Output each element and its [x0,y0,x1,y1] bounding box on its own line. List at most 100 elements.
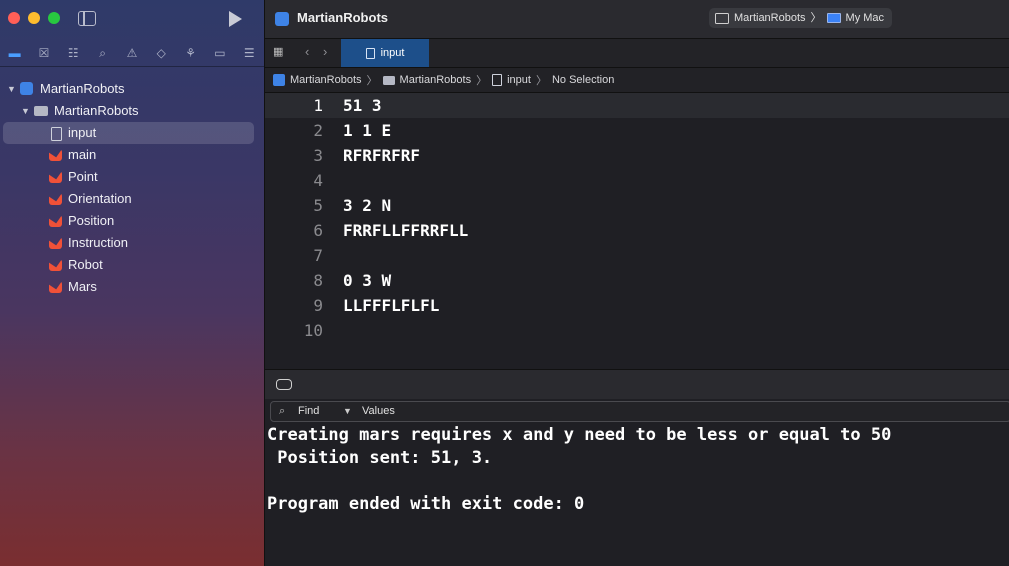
sidebar-toggle-icon[interactable] [78,11,96,26]
window-controls [8,12,60,24]
find-scope[interactable]: Values [362,402,395,421]
zoom-window-button[interactable] [48,12,60,24]
chevron-right-icon: 〉 [476,75,488,87]
minimize-window-button[interactable] [28,12,40,24]
editor-line[interactable]: 10 [265,318,1009,343]
console-line: Position sent: 51, 3. [267,448,493,468]
tab-label: input [380,47,405,59]
breadcrumb-project[interactable]: MartianRobots [290,74,362,86]
swift-file-icon [49,149,62,161]
document-icon [492,74,503,86]
search-icon: ⌕ [279,405,286,417]
tree-item-main[interactable]: main [0,144,264,166]
line-number: 1 [313,96,323,115]
debug-bar [265,369,1009,400]
editor-line[interactable]: 1 51 3 [265,93,1009,118]
editor-line[interactable]: 9 LLFFFLFLFL [265,293,1009,318]
editor-tab-bar: ▦ ‹ › input [265,39,1009,68]
line-number: 7 [313,246,323,265]
chevron-right-icon: 〉 [810,12,822,24]
editor-line[interactable]: 8 0 3 W [265,268,1009,293]
chevron-right-icon: 〉 [366,75,378,87]
source-control-navigator-icon[interactable]: ☒ [37,46,51,60]
symbol-navigator-icon[interactable]: ☷ [66,46,80,60]
find-navigator-icon[interactable]: ⌕ [96,46,110,60]
tree-item-project[interactable]: ▼ MartianRobots [0,78,264,100]
related-items-grid-icon[interactable]: ▦ [273,46,286,59]
editor-line[interactable]: 5 3 2 N [265,193,1009,218]
console-output[interactable]: Creating mars requires x and y need to b… [265,424,1009,566]
close-window-button[interactable] [8,12,20,24]
breadcrumb-group[interactable]: MartianRobots [400,74,472,86]
editor-line[interactable]: 6 FRRFLLFFRRFLL [265,218,1009,243]
swift-file-icon [49,237,62,249]
folder-icon [382,75,395,85]
scheme-device[interactable]: My Mac [846,8,885,28]
source-editor[interactable]: 1 51 3 2 1 1 E 3 RFRFRFRF 4 5 3 2 N 6 FRRFLLF… [265,93,1009,368]
file-label: Robot [68,257,103,272]
window-title: MartianRobots [297,10,388,25]
disclosure-chevron-icon[interactable]: ▼ [21,100,30,122]
group-label: MartianRobots [54,103,139,118]
test-navigator-icon[interactable]: ◇ [154,46,168,60]
terminal-icon [715,12,729,24]
file-label: Instruction [68,235,128,250]
find-label[interactable]: Find [298,402,319,421]
console-line: Creating mars requires x and y need to b… [267,425,892,445]
scheme-target[interactable]: MartianRobots [734,8,806,28]
tab-input[interactable]: input [341,39,429,67]
breadcrumb-selection[interactable]: No Selection [552,74,614,86]
line-number: 9 [313,296,323,315]
breadcrumb-file[interactable]: input [507,74,531,86]
file-label: Mars [68,279,97,294]
line-text: FRRFLLFFRRFLL [343,221,469,240]
tree-item-instruction[interactable]: Instruction [0,232,264,254]
debug-navigator-icon[interactable]: ⚘ [184,46,198,60]
chevron-down-icon[interactable]: ▼ [343,402,352,421]
swift-file-icon [49,281,62,293]
tree-item-group[interactable]: ▼ MartianRobots [0,100,264,122]
editor-line[interactable]: 7 [265,243,1009,268]
project-icon [273,74,285,86]
tree-item-position[interactable]: Position [0,210,264,232]
tree-item-robot[interactable]: Robot [0,254,264,276]
tree-item-mars[interactable]: Mars [0,276,264,298]
console-line: Program ended with exit code: 0 [267,494,585,514]
console-find-field[interactable]: ⌕ Find ▼ Values [270,401,1009,422]
scheme-selector[interactable]: MartianRobots 〉 My Mac [709,8,893,28]
document-icon [365,47,375,59]
editor-line[interactable]: 4 [265,168,1009,193]
line-number: 10 [303,321,323,340]
issue-navigator-icon[interactable]: ⚠ [125,46,139,60]
folder-icon [34,106,48,116]
file-label: Point [68,169,98,184]
file-label: input [68,125,97,140]
project-navigator-icon[interactable]: ▬ [8,46,22,60]
run-button[interactable] [229,11,242,27]
xcode-project-icon [275,12,289,26]
breakpoint-navigator-icon[interactable]: ▭ [213,46,227,60]
mac-icon [826,13,841,23]
swift-file-icon [49,259,62,271]
tree-item-input[interactable]: input [0,122,264,144]
editor-line[interactable]: 3 RFRFRFRF [265,143,1009,168]
hide-debug-area-icon[interactable] [276,379,292,390]
forward-arrow-icon[interactable]: › [323,44,327,59]
disclosure-chevron-icon[interactable]: ▼ [7,78,16,100]
project-icon [20,82,33,95]
line-text: 3 2 N [343,196,392,215]
project-label: MartianRobots [40,81,125,96]
swift-file-icon [49,193,62,205]
document-icon [51,127,62,141]
tree-item-point[interactable]: Point [0,166,264,188]
report-navigator-icon[interactable]: ☰ [242,46,256,60]
line-number: 6 [313,221,323,240]
line-number: 5 [313,196,323,215]
back-arrow-icon[interactable]: ‹ [305,44,309,59]
project-file-tree: ▼ MartianRobots ▼ MartianRobots input ma… [0,78,264,298]
tree-item-orientation[interactable]: Orientation [0,188,264,210]
editor-line[interactable]: 2 1 1 E [265,118,1009,143]
line-text: 0 3 W [343,271,392,290]
file-label: Position [68,213,115,228]
line-number: 4 [313,171,323,190]
